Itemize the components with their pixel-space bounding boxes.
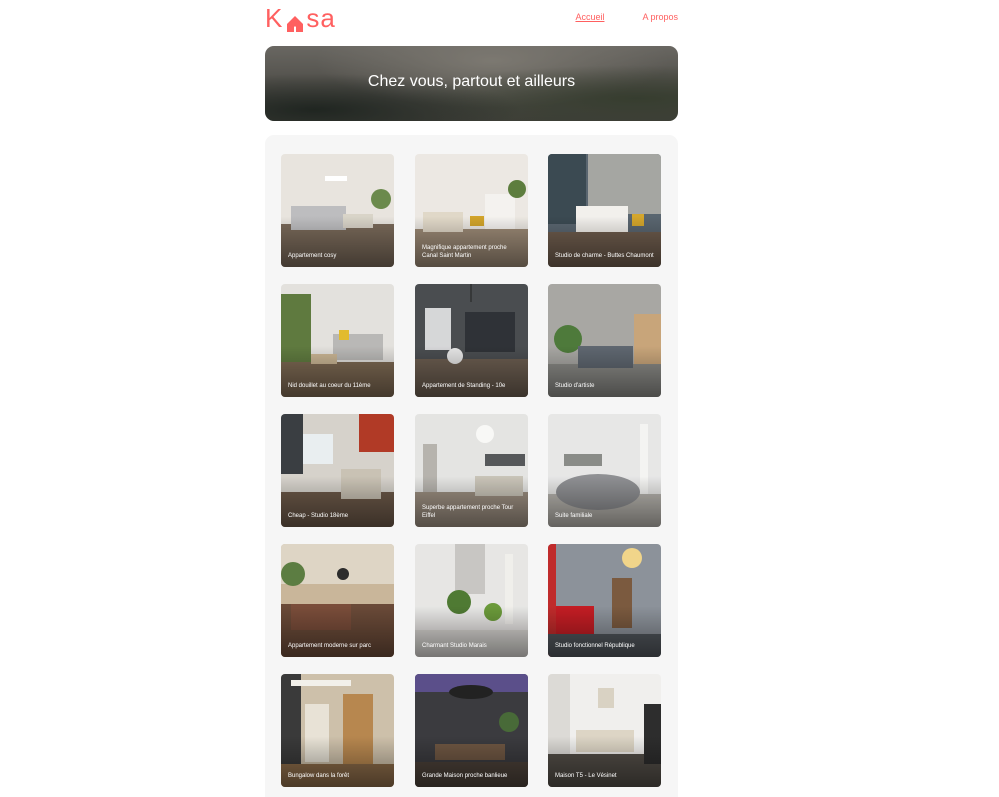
listing-title: Cheap - Studio 18ème [288, 513, 349, 520]
listing-title: Studio de charme - Buttes Chaumont [555, 253, 654, 260]
listing-title: Grande Maison proche banlieue [422, 773, 508, 780]
listing-title: Superbe appartement proche Tour Eiffel [422, 504, 514, 520]
listing-title: Studio d'artiste [555, 383, 595, 390]
banner-title: Chez vous, partout et ailleurs [367, 73, 576, 90]
listing-card[interactable]: Studio d'artiste [548, 284, 661, 397]
listing-card[interactable]: Grande Maison proche banlieue [415, 674, 528, 787]
listing-card[interactable]: Appartement de Standing - 10e [415, 284, 528, 397]
main-nav: Accueil A propos [575, 12, 678, 22]
listing-card[interactable]: Maison T5 - Le Vésinet [548, 674, 661, 787]
listing-photo [415, 674, 528, 787]
page: K sa Accueil A propos Chez vous, partout… [0, 0, 999, 797]
nav-link-home[interactable]: Accueil [575, 12, 604, 22]
listing-card[interactable]: Appartement cosy [281, 154, 394, 267]
listing-title: Appartement moderne sur parc [288, 643, 372, 650]
listing-photo [281, 284, 394, 397]
listing-card[interactable]: Charmant Studio Marais [415, 544, 528, 657]
listing-photo [548, 674, 661, 787]
listing-title: Nid douillet au coeur du 11ème [288, 383, 371, 390]
listing-card[interactable]: Bungalow dans la forêt [281, 674, 394, 787]
listing-card[interactable]: Magnifique appartement proche Canal Sain… [415, 154, 528, 267]
listing-title: Magnifique appartement proche Canal Sain… [422, 244, 507, 260]
logo-letters-left: K [265, 3, 284, 33]
listing-title: Maison T5 - Le Vésinet [555, 773, 617, 780]
listing-title: Appartement cosy [288, 253, 337, 260]
listing-title: Appartement de Standing - 10e [422, 383, 506, 390]
nav-link-about[interactable]: A propos [642, 12, 678, 22]
listing-photo [548, 284, 661, 397]
listing-card[interactable]: Studio fonctionnel République [548, 544, 661, 657]
listing-photo [415, 284, 528, 397]
listing-card[interactable]: Superbe appartement proche Tour Eiffel [415, 414, 528, 527]
listings-gallery: Appartement cosy Magnifique appartement … [265, 135, 678, 797]
listing-title: Suite familiale [555, 513, 593, 520]
listing-title: Charmant Studio Marais [422, 643, 487, 650]
listing-title: Studio fonctionnel République [555, 643, 635, 650]
listing-photo [548, 544, 661, 657]
logo-letters-right: sa [306, 3, 336, 33]
kasa-logo[interactable]: K sa [265, 4, 336, 32]
listing-photo [281, 674, 394, 787]
house-icon [285, 10, 305, 32]
header: K sa Accueil A propos [265, 0, 678, 36]
listing-card[interactable]: Suite familiale [548, 414, 661, 527]
listing-card[interactable]: Nid douillet au coeur du 11ème [281, 284, 394, 397]
listing-photo [281, 414, 394, 527]
listing-title: Bungalow dans la forêt [288, 773, 350, 780]
listing-photo [548, 154, 661, 267]
listing-photo [415, 544, 528, 657]
listing-photo [281, 544, 394, 657]
listing-photo [281, 154, 394, 267]
hero-banner: Chez vous, partout et ailleurs [265, 46, 678, 121]
listing-card[interactable]: Appartement moderne sur parc [281, 544, 394, 657]
listing-photo [548, 414, 661, 527]
listing-card[interactable]: Studio de charme - Buttes Chaumont [548, 154, 661, 267]
listing-card[interactable]: Cheap - Studio 18ème [281, 414, 394, 527]
